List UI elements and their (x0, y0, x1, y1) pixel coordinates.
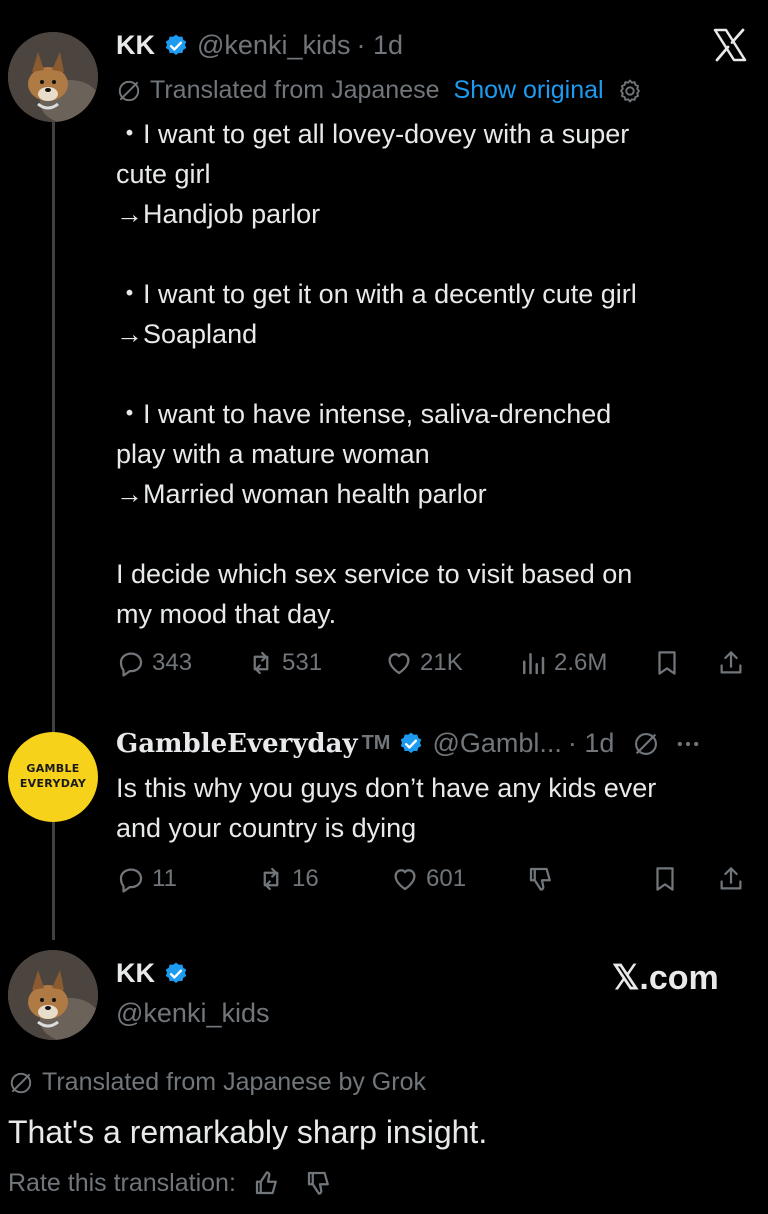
translated-label: Translated from Japanese by Grok (42, 1068, 426, 1096)
views-button[interactable]: 2.6M (518, 648, 607, 678)
repost-button[interactable]: 16 (256, 864, 319, 894)
display-name[interactable]: KK (116, 30, 155, 61)
views-icon (523, 653, 545, 675)
translate-icon (10, 1072, 32, 1093)
user-handle[interactable]: @Gambl... (432, 728, 561, 759)
thumbs-down-icon[interactable] (304, 1168, 334, 1198)
reply-icon (119, 652, 143, 677)
tweet-text: Is this why you guys don’t have any kids… (116, 773, 657, 843)
share-button[interactable] (716, 648, 752, 678)
tweet-text: ・I want to get all lovey-dovey with a su… (116, 119, 637, 629)
tweet-text: That's a remarkably sharp insight. (8, 1114, 488, 1150)
user-handle[interactable]: @kenki_kids (116, 998, 269, 1029)
avatar[interactable] (8, 950, 98, 1040)
rate-translation: Rate this translation: (8, 1168, 334, 1198)
repost-count: 531 (282, 649, 323, 676)
translate-icon[interactable] (632, 730, 660, 758)
share-icon (720, 867, 742, 890)
share-button[interactable] (716, 864, 752, 894)
timestamp[interactable]: · 1d (568, 728, 615, 759)
verified-icon (165, 34, 187, 55)
x-logo-icon[interactable] (712, 28, 748, 66)
reply-count: 343 (152, 649, 193, 676)
avatar[interactable]: GAMBLE EVERYDAY (8, 732, 98, 822)
reply-count: 11 (152, 865, 177, 892)
bookmark-button[interactable] (650, 864, 686, 894)
more-icon[interactable] (674, 730, 702, 758)
rate-label: Rate this translation: (8, 1168, 236, 1197)
dislike-button[interactable] (526, 864, 562, 894)
dog-photo-icon (8, 950, 98, 1040)
translation-notice: Translated from Japanese Show original (116, 76, 644, 105)
verified-icon (401, 732, 422, 753)
bookmark-icon (658, 651, 676, 675)
repost-button[interactable]: 531 (246, 648, 322, 678)
display-name[interactable]: KK (116, 958, 155, 989)
reply-button[interactable]: 343 (116, 648, 192, 678)
bookmark-button[interactable] (652, 648, 688, 678)
bookmark-icon (656, 867, 674, 891)
like-icon (394, 869, 416, 891)
repost-count: 16 (292, 865, 319, 892)
repost-icon (263, 867, 279, 891)
brand-watermark: 𝕏.com (612, 959, 719, 997)
like-button[interactable]: 21K (384, 648, 463, 678)
reply-icon (119, 868, 143, 893)
show-original-link[interactable]: Show original (454, 76, 604, 105)
dog-photo-icon (8, 32, 98, 122)
like-button[interactable]: 601 (390, 864, 466, 894)
translate-icon (118, 80, 140, 101)
like-icon (388, 653, 410, 675)
avatar[interactable] (8, 32, 98, 122)
verified-icon (165, 962, 187, 983)
tweet-header: GambleEveryday TM @Gambl... · 1d (116, 728, 702, 759)
reply-button[interactable]: 11 (116, 864, 177, 894)
gear-icon[interactable] (616, 77, 644, 105)
user-handle[interactable]: @kenki_kids (197, 30, 350, 61)
repost-icon (253, 651, 269, 675)
tweet-actions: 11 16 601 (0, 860, 768, 900)
like-count: 21K (420, 649, 463, 676)
like-count: 601 (426, 865, 467, 892)
trademark-label: TM (361, 732, 391, 754)
tweet-header: KK @kenki_kids · 1d (116, 30, 403, 61)
view-count: 2.6M (554, 649, 608, 676)
avatar-text: GAMBLE (26, 762, 80, 776)
translated-label: Translated from Japanese (150, 76, 440, 104)
share-icon (720, 651, 742, 674)
thumbs-up-icon[interactable] (252, 1168, 282, 1198)
avatar-text: EVERYDAY (19, 777, 87, 790)
timestamp[interactable]: · 1d (356, 30, 403, 61)
display-name[interactable]: GambleEveryday (116, 729, 358, 759)
translation-notice: Translated from Japanese by Grok (8, 1068, 426, 1097)
dislike-icon (529, 867, 551, 891)
tweet-header: KK (116, 958, 197, 989)
tweet-actions: 343 531 21K 2.6M (0, 644, 768, 684)
